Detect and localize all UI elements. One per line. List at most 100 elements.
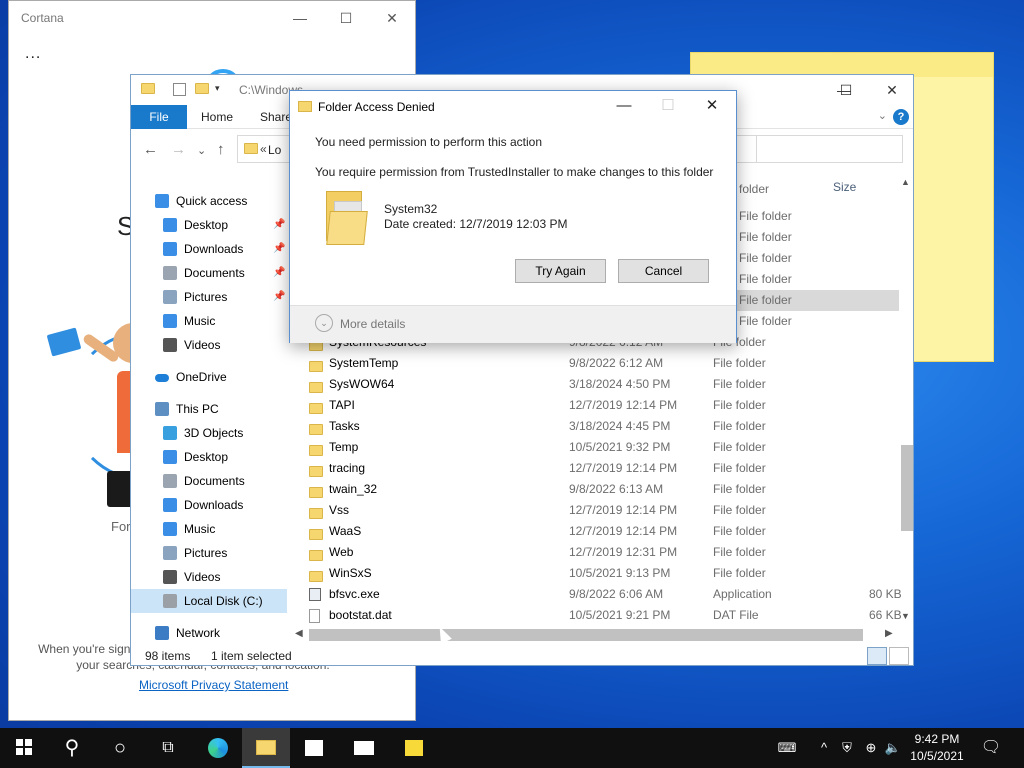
forward-arrow-icon[interactable]: → xyxy=(171,141,186,158)
nav-item[interactable]: Network xyxy=(131,621,287,645)
expand-chevron-icon[interactable]: ⌄ xyxy=(315,314,333,332)
nav-item[interactable]: Pictures 📌 xyxy=(131,285,287,309)
scroll-up-icon[interactable]: ▲ xyxy=(901,177,910,187)
scroll-down-icon[interactable]: ▼ xyxy=(901,611,910,621)
large-icons-view-button[interactable] xyxy=(889,647,909,665)
nav-item[interactable]: Pictures xyxy=(131,541,287,565)
table-row[interactable]: WinSxS 10/5/2021 9:13 PM File folder xyxy=(301,563,899,584)
file-name: bootstat.dat xyxy=(329,608,392,622)
table-row[interactable]: tracing 12/7/2019 12:14 PM File folder xyxy=(301,458,899,479)
cancel-button[interactable]: Cancel xyxy=(618,259,709,283)
new-folder-icon[interactable] xyxy=(195,83,209,97)
nav-item[interactable]: OneDrive xyxy=(131,365,287,389)
tab-home[interactable]: Home xyxy=(201,105,233,129)
start-button[interactable] xyxy=(0,728,48,768)
nav-item[interactable]: Documents 📌 xyxy=(131,261,287,285)
horizontal-scroll-thumb[interactable] xyxy=(309,629,863,641)
table-row[interactable]: Tasks 3/18/2024 4:45 PM File folder xyxy=(301,416,899,437)
search-input[interactable] xyxy=(731,135,903,163)
address-chevron[interactable]: « xyxy=(260,142,267,156)
cortana-maximize-button[interactable]: ☐ xyxy=(323,7,369,29)
details-view-button[interactable] xyxy=(867,647,887,665)
nav-item[interactable]: Downloads 📌 xyxy=(131,237,287,261)
ribbon-collapse-icon[interactable]: ⌄ xyxy=(878,109,887,122)
edge-browser-icon[interactable] xyxy=(194,728,242,768)
volume-muted-icon[interactable]: 🔈 xyxy=(882,728,904,768)
nav-item[interactable]: Music xyxy=(131,309,287,333)
nav-item[interactable]: Local Disk (C:) xyxy=(131,589,287,613)
cortana-icon[interactable]: ○ xyxy=(96,728,144,768)
file-type: File folder xyxy=(713,566,766,580)
file-type: File folder xyxy=(713,482,766,496)
nav-item[interactable]: Music xyxy=(131,517,287,541)
desktop-icon xyxy=(163,450,177,464)
table-row[interactable]: bootstat.dat 10/5/2021 9:21 PM DAT File 66 … xyxy=(301,605,902,626)
table-row[interactable]: TAPI 12/7/2019 12:14 PM File folder xyxy=(301,395,899,416)
table-row[interactable]: WaaS 12/7/2019 12:14 PM File folder xyxy=(301,521,899,542)
cortana-menu-button[interactable]: ... xyxy=(25,45,41,63)
back-arrow-icon[interactable]: ← xyxy=(143,141,158,158)
table-row[interactable]: SysWOW64 3/18/2024 4:50 PM File folder xyxy=(301,374,899,395)
system-clock[interactable]: 9:42 PM 10/5/2021 xyxy=(904,731,970,765)
file-name: Vss xyxy=(329,503,350,517)
file-type: File folder xyxy=(713,377,766,391)
more-details-link[interactable]: More details xyxy=(340,317,405,331)
recent-locations-icon[interactable]: ⌄ xyxy=(197,144,206,157)
file-date: 3/18/2024 4:45 PM xyxy=(569,419,671,433)
nav-item[interactable]: Downloads xyxy=(131,493,287,517)
privacy-statement-link[interactable]: Microsoft Privacy Statement xyxy=(139,678,288,692)
search-icon[interactable]: ⚲ xyxy=(48,728,96,768)
table-row[interactable]: bfsvc.exe 9/8/2022 6:06 AM Application 80 K… xyxy=(301,584,902,605)
address-text: Lo xyxy=(268,143,282,157)
vertical-scrollbar[interactable]: ▲ ▼ xyxy=(899,175,913,623)
explorer-close-button[interactable]: ✕ xyxy=(869,79,913,101)
mail-icon[interactable] xyxy=(340,728,388,768)
table-row[interactable]: Vss 12/7/2019 12:14 PM File folder xyxy=(301,500,899,521)
file-type: File folder xyxy=(739,251,792,265)
nav-item[interactable]: Desktop 📌 xyxy=(131,213,287,237)
cortana-minimize-button[interactable]: — xyxy=(277,7,323,29)
nav-item[interactable]: Documents xyxy=(131,469,287,493)
sticky-notes-icon[interactable] xyxy=(390,728,438,768)
try-again-button[interactable]: Try Again xyxy=(515,259,606,283)
help-icon[interactable]: ? xyxy=(893,109,909,125)
cortana-close-button[interactable]: ✕ xyxy=(369,7,415,29)
notifications-icon[interactable]: 🗨 xyxy=(974,728,1008,768)
nav-item[interactable]: Desktop xyxy=(131,445,287,469)
file-explorer-taskbar-icon[interactable] xyxy=(242,728,290,768)
folder-name: System32 xyxy=(384,202,438,216)
customize-toolbar-icon[interactable]: ▾ xyxy=(215,83,229,97)
horizontal-scrollbar[interactable]: ◀ ▶ xyxy=(291,627,899,643)
task-view-icon[interactable]: ⧉ xyxy=(144,728,192,768)
keyboard-icon[interactable]: ⌨ xyxy=(772,728,802,768)
scroll-right-icon[interactable]: ▶ xyxy=(885,628,893,639)
scroll-left-icon[interactable]: ◀ xyxy=(295,628,303,639)
dialog-minimize-button[interactable]: — xyxy=(602,95,646,117)
nav-item[interactable]: This PC xyxy=(131,397,287,421)
up-arrow-icon[interactable]: ↑ xyxy=(217,141,225,158)
properties-icon[interactable] xyxy=(173,83,186,96)
item-count: 98 items xyxy=(145,649,191,663)
table-row[interactable]: Temp 10/5/2021 9:32 PM File folder xyxy=(301,437,899,458)
file-type: File folder xyxy=(713,461,766,475)
dialog-close-button[interactable]: ✕ xyxy=(690,95,734,117)
table-row[interactable]: Web 12/7/2019 12:31 PM File folder xyxy=(301,542,899,563)
network-globe-icon[interactable]: ⊕ xyxy=(860,728,882,768)
nav-item-label: Pictures xyxy=(184,546,228,560)
explorer-maximize-button[interactable]: ☐ xyxy=(823,79,869,101)
downloads-icon xyxy=(163,498,177,512)
tab-file[interactable]: File xyxy=(131,105,187,129)
vertical-scroll-thumb[interactable] xyxy=(901,445,913,531)
music-icon xyxy=(163,522,177,536)
defender-icon[interactable]: ⛨ xyxy=(836,728,858,768)
show-hidden-icons-chevron[interactable]: ^ xyxy=(812,728,836,768)
pin-icon: 📌 xyxy=(273,291,286,302)
table-row[interactable]: SystemTemp 9/8/2022 6:12 AM File folder xyxy=(301,353,899,374)
nav-item[interactable]: Quick access xyxy=(131,189,287,213)
nav-item[interactable]: 3D Objects xyxy=(131,421,287,445)
nav-item[interactable]: Videos xyxy=(131,565,287,589)
tab-share[interactable]: Share xyxy=(260,105,292,129)
table-row[interactable]: twain_32 9/8/2022 6:13 AM File folder xyxy=(301,479,899,500)
store-icon[interactable] xyxy=(290,728,338,768)
nav-item[interactable]: Videos xyxy=(131,333,287,357)
